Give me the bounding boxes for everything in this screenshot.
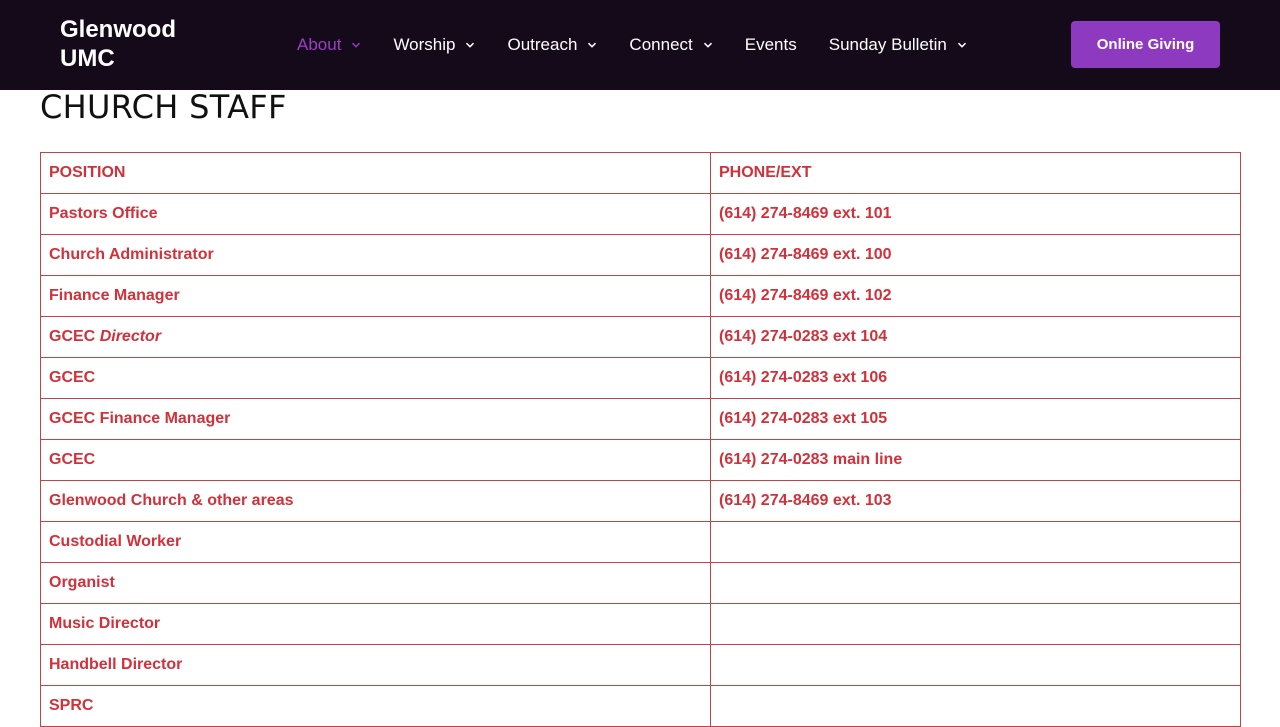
logo-line-2: UMC	[60, 45, 115, 72]
table-row: Custodial Worker	[40, 521, 1241, 563]
table-row: GCEC (614) 274-0283 ext 106	[40, 357, 1241, 399]
table-row: Glenwood Church & other areas (614) 274-8…	[40, 480, 1241, 522]
cell-position: Glenwood Church & other areas	[40, 480, 711, 522]
staff-table: POSITION PHONE/EXT Pastors Office (614) 2…	[40, 152, 1241, 727]
cell-phone	[710, 562, 1241, 604]
cell-phone	[710, 685, 1241, 727]
chevron-down-icon	[703, 40, 713, 50]
cell-phone	[710, 644, 1241, 686]
table-row: GCEC Finance Manager (614) 274-0283 ext 1…	[40, 398, 1241, 440]
table-row: Music Director	[40, 603, 1241, 645]
column-header-position: POSITION	[40, 152, 711, 194]
cell-position: Custodial Worker	[40, 521, 711, 563]
position-emphasis: Director	[99, 328, 162, 345]
cell-position: GCEC	[40, 357, 711, 399]
table-row: Organist	[40, 562, 1241, 604]
position-text: Glenwood Church & other areas	[49, 492, 294, 509]
cell-phone: (614) 274-0283 ext 106	[710, 357, 1241, 399]
nav-item-label: Events	[744, 35, 797, 54]
position-text: GCEC	[49, 328, 96, 345]
chevron-down-icon	[351, 40, 361, 50]
page-title: CHURCH STAFF	[40, 88, 287, 126]
cell-phone: (614) 274-0283 ext 104	[710, 316, 1241, 358]
cell-position: Church Administrator	[40, 234, 711, 276]
nav-item-sunday-bulletin[interactable]: Sunday Bulletin	[829, 35, 967, 55]
chevron-down-icon	[465, 40, 475, 50]
cell-position: Handbell Director	[40, 644, 711, 686]
site-header: Glenwood UMC About Worship Outreach Connect…	[0, 0, 1280, 90]
table-row: Handbell Director	[40, 644, 1241, 686]
main-nav: About Worship Outreach Connect Events Sunday …	[297, 0, 999, 90]
table-row: GCEC (614) 274-0283 main line	[40, 439, 1241, 481]
cell-position: Organist	[40, 562, 711, 604]
cell-position: Pastors Office	[40, 193, 711, 235]
site-logo[interactable]: Glenwood UMC	[60, 15, 210, 73]
nav-item-label: Worship	[393, 35, 456, 54]
nav-item-label: Connect	[629, 35, 693, 54]
position-text: Handbell Director	[49, 656, 183, 673]
table-row: Pastors Office (614) 274-8469 ext. 101	[40, 193, 1241, 235]
position-text: Pastors Office	[49, 205, 158, 222]
position-text: SPRC	[49, 697, 94, 714]
table-header-row: POSITION PHONE/EXT	[40, 152, 1241, 194]
nav-item-about[interactable]: About	[297, 35, 361, 55]
cell-position: GCEC Director	[40, 316, 711, 358]
table-row: GCEC Director (614) 274-0283 ext 104	[40, 316, 1241, 358]
online-giving-button[interactable]: Online Giving	[1071, 21, 1220, 68]
cell-position: Music Director	[40, 603, 711, 645]
cell-phone	[710, 603, 1241, 645]
nav-item-label: Outreach	[507, 35, 578, 54]
position-text: GCEC Finance Manager	[49, 410, 231, 427]
position-text: GCEC	[49, 451, 96, 468]
nav-item-connect[interactable]: Connect	[629, 35, 712, 55]
position-text: GCEC	[49, 369, 96, 386]
cell-phone: (614) 274-8469 ext. 103	[710, 480, 1241, 522]
nav-item-events[interactable]: Events	[745, 35, 797, 55]
table-row: Church Administrator (614) 274-8469 ext. …	[40, 234, 1241, 276]
table-row: Finance Manager (614) 274-8469 ext. 102	[40, 275, 1241, 317]
cell-phone: (614) 274-8469 ext. 102	[710, 275, 1241, 317]
cell-phone: (614) 274-8469 ext. 100	[710, 234, 1241, 276]
chevron-down-icon	[957, 40, 967, 50]
nav-item-label: About	[297, 35, 342, 54]
cell-phone: (614) 274-8469 ext. 101	[710, 193, 1241, 235]
position-text: Church Administrator	[49, 246, 214, 263]
column-header-phone: PHONE/EXT	[710, 152, 1241, 194]
table-row: SPRC	[40, 685, 1241, 727]
cell-position: SPRC	[40, 685, 711, 727]
nav-item-label: Sunday Bulletin	[828, 35, 947, 54]
cell-position: Finance Manager	[40, 275, 711, 317]
position-text: Music Director	[49, 615, 161, 632]
nav-item-outreach[interactable]: Outreach	[507, 35, 597, 55]
position-text: Finance Manager	[49, 287, 180, 304]
cell-position: GCEC	[40, 439, 711, 481]
cell-phone: (614) 274-0283 ext 105	[710, 398, 1241, 440]
position-text: Custodial Worker	[49, 533, 182, 550]
chevron-down-icon	[587, 40, 597, 50]
cell-position: GCEC Finance Manager	[40, 398, 711, 440]
cell-phone	[710, 521, 1241, 563]
position-text: Organist	[49, 574, 115, 591]
nav-item-worship[interactable]: Worship	[393, 35, 475, 55]
cell-phone: (614) 274-0283 main line	[710, 439, 1241, 481]
logo-line-1: Glenwood	[60, 16, 176, 43]
